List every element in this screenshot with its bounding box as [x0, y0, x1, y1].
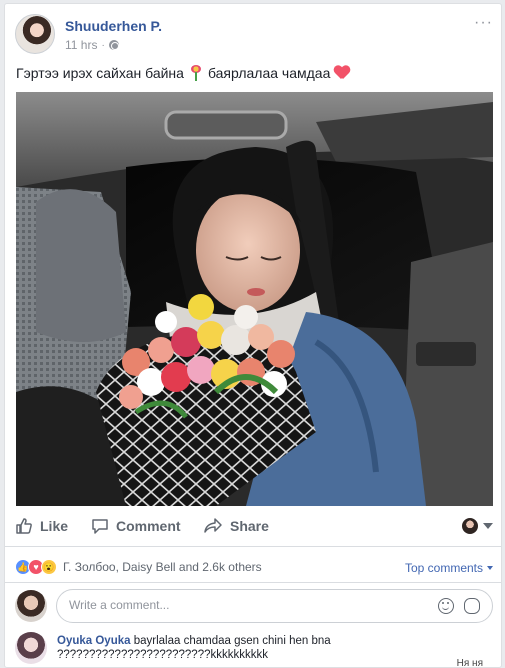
post-actions: Like Comment Share [15, 510, 493, 542]
share-arrow-icon [204, 518, 222, 533]
comment-sort-label: Top comments [404, 561, 483, 575]
post-caption: Гэртээ ирэх сайхан байна баярлалаа чамда… [16, 65, 350, 81]
divider [5, 582, 501, 583]
speech-bubble-icon [92, 519, 108, 534]
author-name[interactable]: Shuuderhen P. [65, 18, 162, 34]
share-label: Share [230, 518, 269, 534]
reaction-icons[interactable]: 👍 ♥ 😮 [15, 559, 57, 575]
post-photo[interactable] [16, 92, 493, 506]
share-button[interactable]: Share [203, 510, 283, 542]
footer-text: Ня ня [456, 658, 483, 668]
bouquet-emoji-icon [188, 65, 204, 81]
wow-reaction-icon: 😮 [41, 559, 57, 575]
divider [5, 546, 501, 547]
reactions-bar: 👍 ♥ 😮 Г. Золбоо, Daisy Bell and 2.6k oth… [15, 556, 493, 578]
caption-text-end: баярлалаа чамдаа [207, 65, 331, 81]
like-label: Like [40, 518, 69, 534]
more-options-icon[interactable]: ··· [474, 14, 493, 32]
comment-box[interactable] [56, 589, 493, 623]
heart-emoji-icon [334, 66, 350, 80]
thumbs-up-icon [16, 518, 32, 534]
photo-illustration [16, 92, 493, 506]
caption-text-start: Гэртээ ирэх сайхан байна [16, 65, 184, 81]
comment-button[interactable]: Comment [91, 510, 203, 542]
react-as-selector[interactable] [462, 518, 493, 534]
comment-body: Oyuka Oyuka bayrlalaa chamdaa gsen chini… [57, 634, 457, 662]
post-header: Shuuderhen P. 11 hrs · ··· [15, 14, 493, 58]
current-user-avatar [15, 590, 47, 622]
author-avatar[interactable] [15, 14, 55, 54]
emoji-picker-icon[interactable] [438, 598, 454, 614]
comment-input[interactable] [69, 598, 429, 612]
globe-icon[interactable] [108, 40, 119, 50]
profile-avatar-icon [462, 518, 478, 534]
post-timestamp[interactable]: 11 hrs [65, 38, 97, 52]
like-button[interactable]: Like [15, 510, 91, 542]
commenter-avatar[interactable] [15, 632, 47, 664]
comment-item: Oyuka Oyuka bayrlalaa chamdaa gsen chini… [15, 632, 493, 667]
reaction-summary[interactable]: Г. Золбоо, Daisy Bell and 2.6k others [63, 560, 262, 574]
chevron-down-icon [483, 523, 493, 529]
post-meta: 11 hrs · [65, 38, 119, 52]
meta-separator: · [101, 39, 105, 51]
comment-sort-dropdown[interactable]: Top comments [405, 561, 493, 575]
comment-composer [15, 589, 493, 623]
chevron-down-icon [487, 566, 493, 570]
comment-label: Comment [116, 518, 181, 534]
commenter-name[interactable]: Oyuka Oyuka [57, 635, 131, 647]
sticker-icon[interactable] [464, 598, 480, 614]
post-card: Shuuderhen P. 11 hrs · ··· Гэртээ ирэх с… [4, 3, 502, 668]
